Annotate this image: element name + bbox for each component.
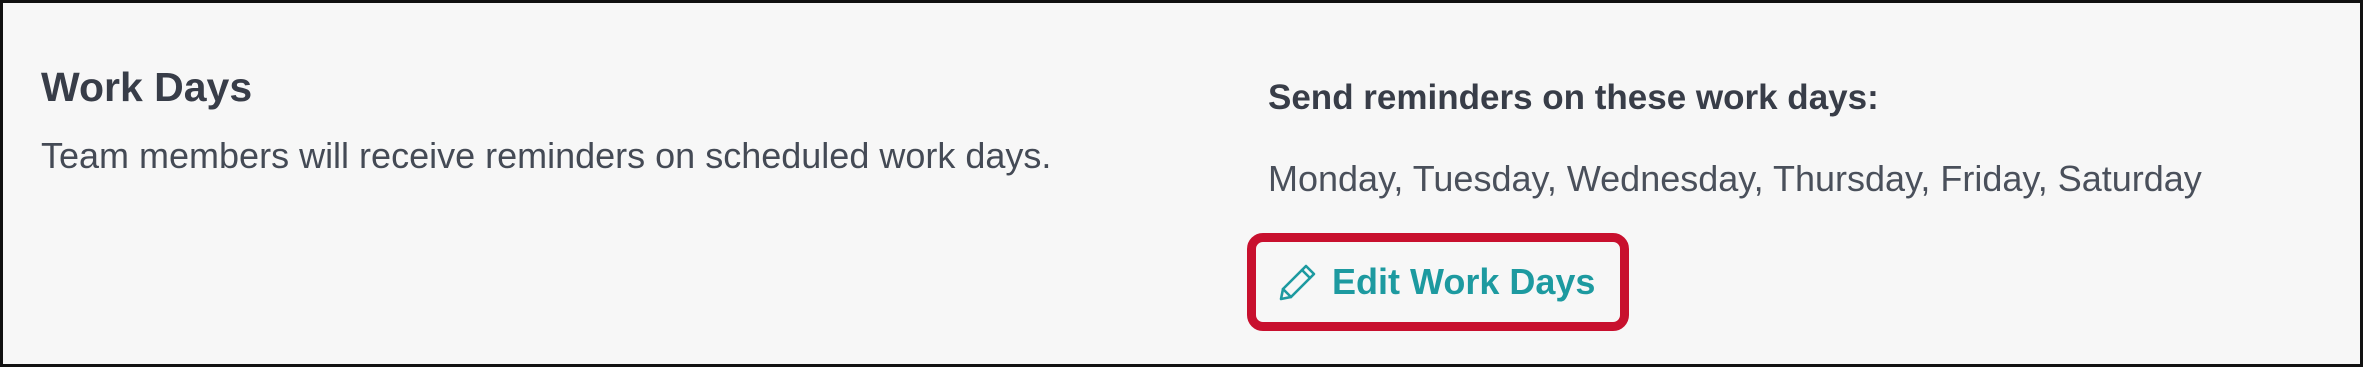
reminder-heading: Send reminders on these work days:: [1268, 78, 1879, 117]
section-title: Work Days: [41, 64, 253, 110]
work-days-settings: Send reminders on these work days: Monda…: [1268, 77, 2202, 200]
work-days-panel: Work Days Team members will receive remi…: [0, 0, 2363, 367]
edit-work-days-button[interactable]: Edit Work Days: [1247, 233, 1629, 331]
work-days-list: Monday, Tuesday, Wednesday, Thursday, Fr…: [1268, 158, 2202, 199]
edit-work-days-label: Edit Work Days: [1332, 261, 1596, 302]
pencil-icon: [1276, 260, 1320, 304]
section-description: Team members will receive reminders on s…: [41, 135, 1052, 177]
work-days-info: Work Days Team members will receive remi…: [41, 63, 1051, 177]
